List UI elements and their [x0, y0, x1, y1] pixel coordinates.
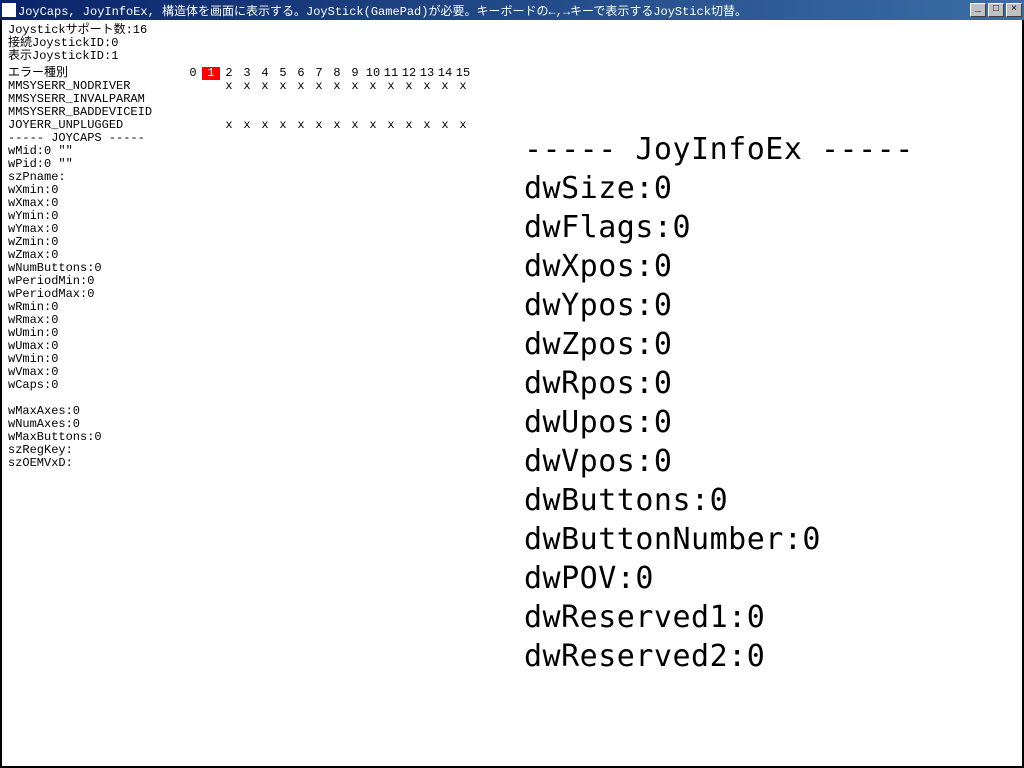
status-support: Joystickサポート数:16 [8, 24, 1016, 37]
error-cell: x [418, 80, 436, 93]
error-cell: x [220, 80, 238, 93]
error-table-row: MMSYSERR_NODRIVERxxxxxxxxxxxxxx [8, 80, 1016, 93]
error-cell: x [292, 119, 310, 132]
error-cell: x [274, 80, 292, 93]
error-cell: x [400, 80, 418, 93]
error-col-header: 0 [184, 67, 202, 80]
error-cell: x [292, 80, 310, 93]
error-cell: x [220, 119, 238, 132]
error-cell: x [256, 119, 274, 132]
status-display-id: 表示JoystickID:1 [8, 50, 1016, 63]
error-cell: x [310, 119, 328, 132]
status-connect-id: 接続JoystickID:0 [8, 37, 1016, 50]
error-cell: x [382, 119, 400, 132]
error-cell: x [454, 80, 472, 93]
error-cell: x [418, 119, 436, 132]
error-cell: x [400, 119, 418, 132]
error-cell: x [328, 80, 346, 93]
error-cell: x [382, 80, 400, 93]
error-cell: x [346, 119, 364, 132]
error-cell: x [364, 80, 382, 93]
error-cell: x [238, 119, 256, 132]
error-cell: x [328, 119, 346, 132]
error-table: エラー種別0123456789101112131415MMSYSERR_NODR… [8, 67, 1016, 132]
window-title: JoyCaps, JoyInfoEx, 構造体を画面に表示する。JoyStick… [18, 2, 968, 19]
close-button[interactable]: × [1006, 3, 1022, 17]
error-cell: x [436, 80, 454, 93]
error-cell: x [274, 119, 292, 132]
window: JoyCaps, JoyInfoEx, 構造体を画面に表示する。JoyStick… [0, 0, 1024, 768]
error-cell: x [454, 119, 472, 132]
error-table-row: MMSYSERR_INVALPARAM [8, 93, 1016, 106]
error-cell: x [256, 80, 274, 93]
minimize-button[interactable]: _ [970, 3, 986, 17]
window-buttons: _ □ × [968, 3, 1022, 17]
client-area: Joystickサポート数:16 接続JoystickID:0 表示Joysti… [0, 20, 1024, 768]
joyinfoex-block: ----- JoyInfoEx ----- dwSize:0 dwFlags:0… [524, 130, 914, 676]
titlebar: JoyCaps, JoyInfoEx, 構造体を画面に表示する。JoyStick… [0, 0, 1024, 20]
error-cell: x [364, 119, 382, 132]
app-icon [2, 3, 16, 17]
error-cell: x [346, 80, 364, 93]
error-table-header: エラー種別0123456789101112131415 [8, 67, 1016, 80]
error-col-header: 1 [202, 67, 220, 80]
error-cell: x [436, 119, 454, 132]
error-cell: x [310, 80, 328, 93]
maximize-button[interactable]: □ [988, 3, 1004, 17]
error-table-row: MMSYSERR_BADDEVICEID [8, 106, 1016, 119]
error-cell: x [238, 80, 256, 93]
